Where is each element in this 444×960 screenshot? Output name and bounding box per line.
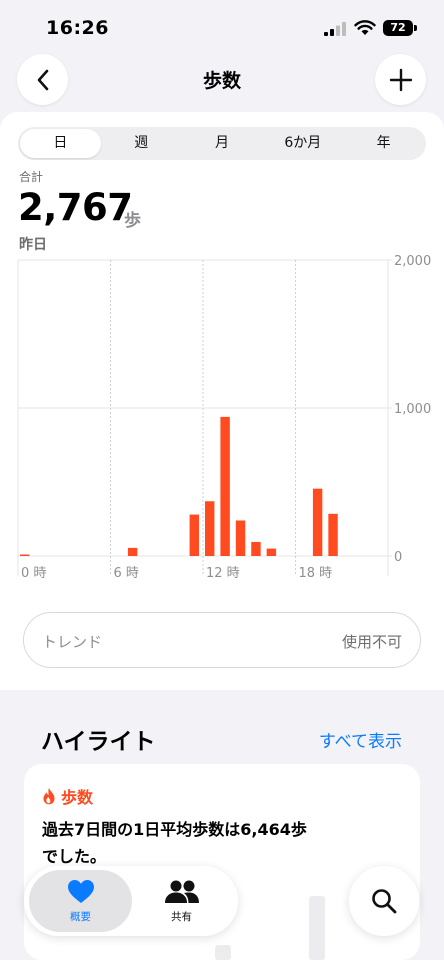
- trend-label: トレンド: [42, 633, 103, 651]
- bar-hour-20: [328, 513, 338, 556]
- x-tick-label: 12 時: [206, 566, 240, 581]
- highlight-chart-bar: [309, 896, 325, 960]
- trend-row[interactable]: トレンド 使用不可: [23, 612, 421, 668]
- status-bar: 16:26 72: [0, 0, 444, 56]
- tab-summary-label: 概要: [70, 911, 91, 923]
- cellular-signal-icon: [324, 22, 346, 36]
- tab-bar: 概要 共有: [24, 866, 238, 936]
- y-tick-label: 0: [394, 550, 402, 565]
- bar-hour-16: [266, 548, 277, 556]
- add-data-button[interactable]: [375, 54, 426, 105]
- wifi-icon: [354, 20, 376, 35]
- segment-six-months[interactable]: 6か月: [262, 129, 343, 158]
- x-tick-label: 18 時: [299, 566, 333, 581]
- highlight-text: 過去7日間の1日平均歩数は6,464歩 でした。: [42, 816, 372, 870]
- total-unit: 歩: [124, 211, 141, 231]
- heart-icon: [67, 880, 94, 903]
- y-tick-label: 1,000: [394, 402, 431, 417]
- highlight-text-line-1: 過去7日間の1日平均歩数は6,464歩: [42, 820, 307, 839]
- time-range-selector[interactable]: 日 週 月 6か月 年: [18, 127, 426, 160]
- y-tick-label: 2,000: [394, 254, 431, 269]
- segment-week[interactable]: 週: [101, 129, 182, 158]
- highlight-chart-bar: [215, 945, 231, 960]
- people-icon: [164, 880, 199, 903]
- segment-day[interactable]: 日: [20, 129, 101, 158]
- total-steps-value: 2,767: [18, 186, 133, 229]
- show-all-link[interactable]: すべて表示: [319, 727, 402, 752]
- plus-icon: [389, 68, 412, 91]
- highlight-category-label: 歩数: [61, 788, 94, 807]
- bar-hour-19: [312, 488, 323, 556]
- highlight-header: 歩数: [42, 784, 93, 808]
- tab-sharing[interactable]: 共有: [130, 870, 233, 932]
- status-time: 16:26: [46, 17, 109, 39]
- search-icon: [372, 889, 397, 914]
- tab-sharing-label: 共有: [171, 911, 192, 923]
- trend-value: 使用不可: [341, 633, 402, 651]
- highlights-heading: ハイライト: [41, 729, 156, 755]
- battery-indicator: 72: [383, 20, 417, 36]
- bar-hour-15: [251, 541, 261, 556]
- bar-hour-12: [205, 501, 215, 556]
- segment-month[interactable]: 月: [182, 129, 263, 158]
- x-tick-label: 6 時: [114, 566, 139, 581]
- hourly-steps-chart[interactable]: 2,000 1,000 0 0 時 6 時 12 時 18 時: [0, 250, 444, 584]
- bar-hour-11: [189, 514, 199, 556]
- segment-year[interactable]: 年: [343, 129, 424, 158]
- tab-summary[interactable]: 概要: [29, 870, 132, 932]
- search-button[interactable]: [349, 866, 419, 936]
- bar-hour-13: [220, 416, 230, 556]
- total-label: 合計: [19, 170, 44, 184]
- bar-hour-0: [20, 554, 30, 556]
- bar-hour-7: [127, 547, 138, 556]
- flame-icon: [43, 788, 55, 805]
- bar-hour-14: [235, 520, 246, 556]
- x-tick-label: 0 時: [21, 566, 46, 581]
